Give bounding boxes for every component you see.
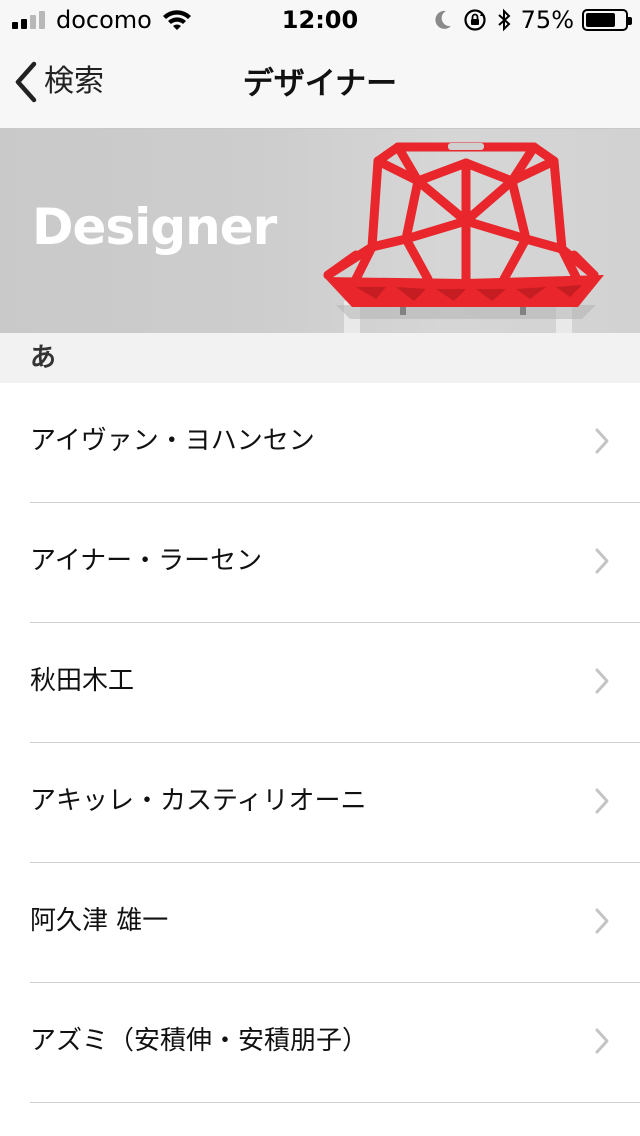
red-chair-image — [323, 142, 604, 333]
rotation-lock-icon — [464, 9, 486, 31]
chevron-right-icon — [595, 908, 609, 934]
list-item[interactable]: アイヴァン・ヨハンセン — [0, 383, 640, 503]
chevron-right-icon — [595, 1028, 609, 1054]
chevron-right-icon — [595, 548, 609, 574]
chevron-right-icon — [595, 428, 609, 454]
row-divider — [30, 1102, 640, 1103]
list-item[interactable]: アズミ（安積伸・安積朋子） — [0, 983, 640, 1103]
banner-title: Designer — [32, 198, 277, 256]
page-title: デザイナー — [242, 66, 398, 102]
status-bar: docomo 12:00 75% — [0, 0, 640, 40]
navigation-bar: 検索 デザイナー — [0, 40, 640, 129]
designer-name: アイナー・ラーセン — [30, 546, 263, 576]
list-item[interactable]: 秋田木工 — [0, 623, 640, 743]
chevron-right-icon — [595, 788, 609, 814]
battery-percent: 75% — [520, 6, 574, 34]
list-item[interactable]: アキッレ・カスティリオーニ — [0, 743, 640, 863]
moon-icon — [435, 10, 451, 29]
list-item[interactable]: 阿久津 雄一 — [0, 863, 640, 983]
designer-name: アズミ（安積伸・安積朋子） — [30, 1026, 369, 1056]
bluetooth-icon — [497, 8, 511, 32]
designer-name: アキッレ・カスティリオーニ — [30, 786, 367, 816]
designer-list: アイヴァン・ヨハンセン アイナー・ラーセン 秋田木工 アキッレ・カスティリオーニ… — [0, 383, 640, 1103]
section-header: あ — [0, 333, 640, 383]
designer-name: 阿久津 雄一 — [30, 906, 169, 936]
status-right: 75% — [433, 6, 632, 34]
chevron-right-icon — [595, 668, 609, 694]
battery-icon — [582, 9, 632, 31]
list-item[interactable]: アイナー・ラーセン — [0, 503, 640, 623]
section-header-label: あ — [30, 343, 57, 373]
banner: Designer — [0, 129, 640, 333]
designer-name: 秋田木工 — [30, 666, 135, 696]
designer-name: アイヴァン・ヨハンセン — [30, 426, 315, 456]
